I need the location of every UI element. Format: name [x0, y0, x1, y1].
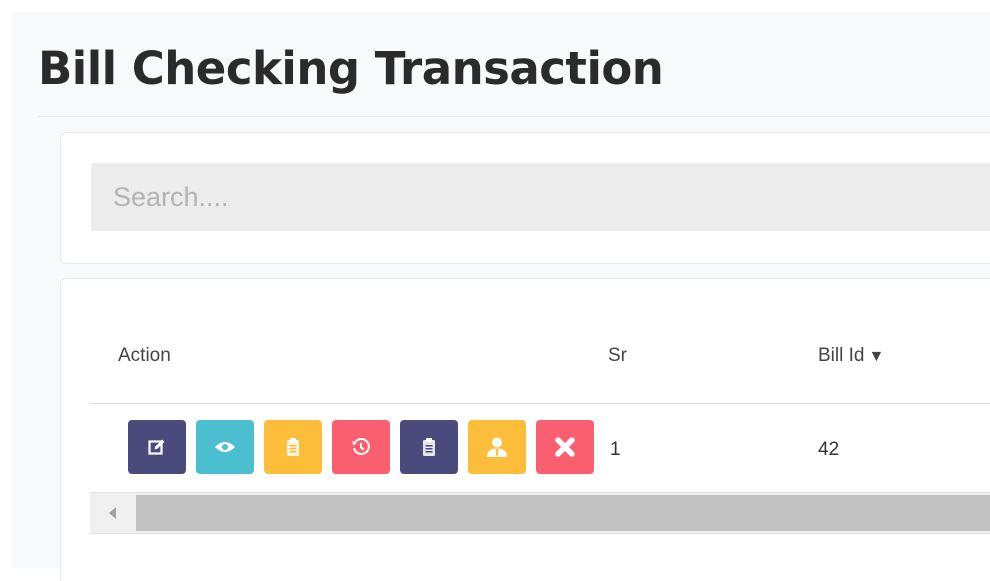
close-icon [555, 437, 575, 457]
page-title: Bill Checking Transaction [38, 42, 664, 95]
checklist-button[interactable] [400, 420, 458, 474]
eye-icon [215, 442, 235, 452]
sort-desc-icon: ▼ [868, 348, 885, 365]
page-container: Bill Checking Transaction Action Sr Bill… [12, 12, 990, 581]
delete-button[interactable] [536, 420, 594, 474]
title-divider [38, 116, 990, 117]
column-header-bill-id[interactable]: Bill Id ▼ [818, 345, 884, 367]
column-header-sr: Sr [608, 345, 627, 366]
clipboard-button[interactable] [264, 420, 322, 474]
column-header-action: Action [118, 345, 171, 366]
clipboard-icon [287, 438, 299, 456]
history-button[interactable] [332, 420, 390, 474]
view-button[interactable] [196, 420, 254, 474]
caret-left-icon [108, 507, 116, 519]
cell-sr: 1 [610, 439, 621, 460]
cell-bill-id: 42 [818, 439, 840, 460]
table-header-divider [90, 403, 990, 404]
search-card [60, 132, 990, 264]
history-icon [352, 438, 370, 455]
user-icon [487, 437, 507, 457]
table-card: Action Sr Bill Id ▼ 1 42 [60, 278, 990, 581]
search-input[interactable] [91, 163, 990, 231]
edit-button[interactable] [128, 420, 186, 474]
edit-icon [148, 439, 165, 455]
scroll-thumb[interactable] [136, 495, 990, 531]
clipboard-list-icon [423, 438, 435, 456]
horizontal-scrollbar[interactable] [90, 492, 990, 534]
column-header-bill-id-label: Bill Id [818, 345, 865, 366]
row-action-buttons [128, 420, 594, 474]
scroll-left-button[interactable] [90, 493, 135, 533]
assign-user-button[interactable] [468, 420, 526, 474]
